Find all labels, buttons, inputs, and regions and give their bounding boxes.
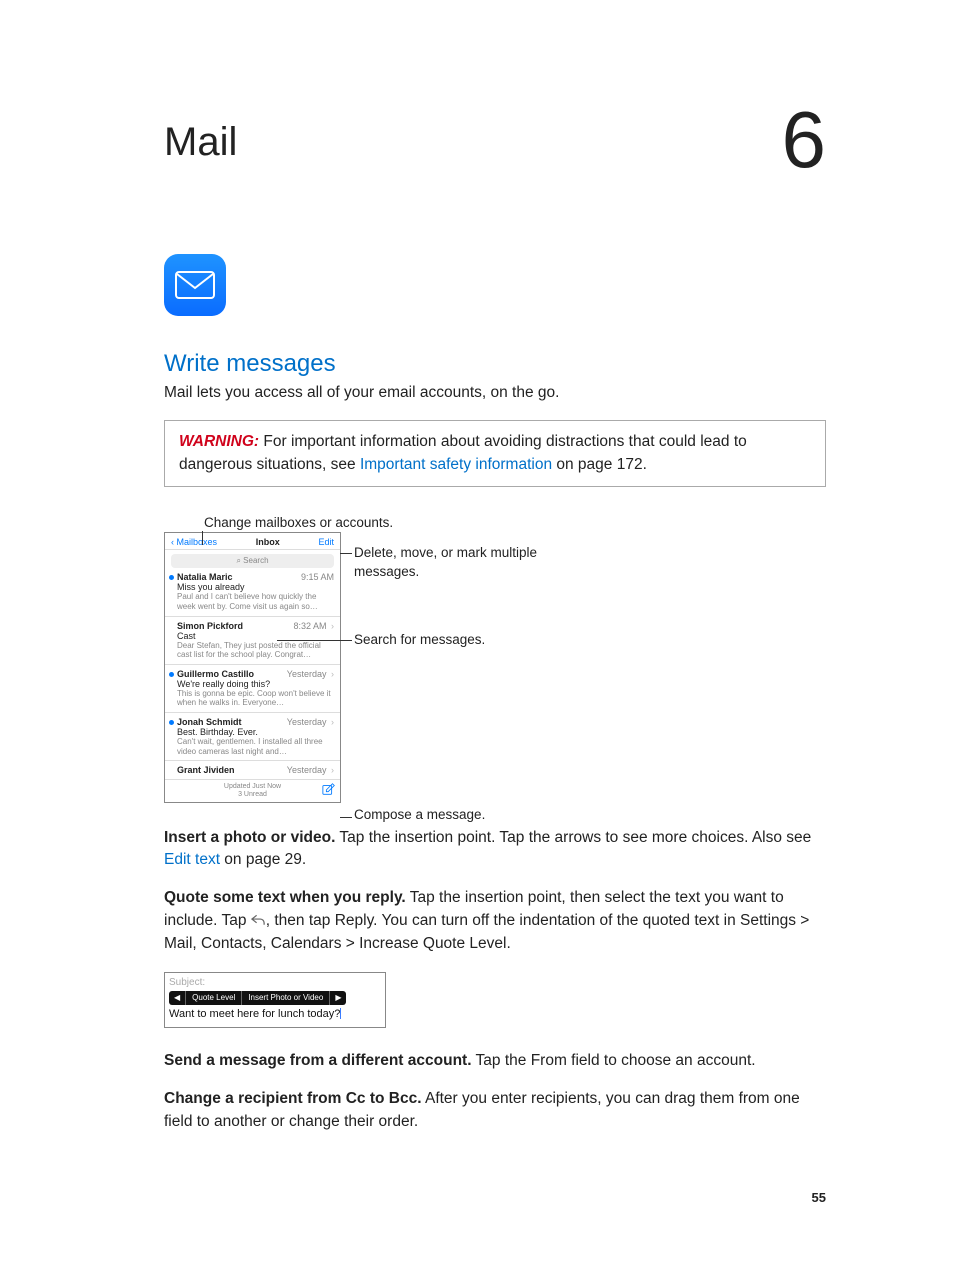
- warning-link[interactable]: Important safety information: [360, 456, 552, 473]
- message-list: Natalia Maric 9:15 AMMiss you alreadyPaul…: [165, 568, 340, 779]
- chevron-right-icon: ›: [331, 765, 334, 775]
- message-time: Yesterday ›: [287, 765, 334, 775]
- sender: Jonah Schmidt: [177, 717, 242, 727]
- warning-box: WARNING: For important information about…: [164, 420, 826, 487]
- tip-insert: Insert a photo or video. Tap the inserti…: [164, 827, 826, 872]
- message-time: 8:32 AM ›: [293, 621, 334, 631]
- unread-dot: [169, 720, 174, 725]
- edit-button[interactable]: Edit: [318, 537, 334, 547]
- tip-quote: Quote some text when you reply. Tap the …: [164, 887, 826, 955]
- compose-body-text: Want to meet here for lunch today?: [169, 1007, 381, 1021]
- unread-dot: [169, 575, 174, 580]
- callout-change-mailboxes: Change mailboxes or accounts.: [204, 515, 544, 530]
- footer-unread: 3 Unread: [224, 791, 281, 799]
- edit-text-link[interactable]: Edit text: [164, 851, 220, 868]
- message-subject: Miss you already: [177, 582, 334, 592]
- menu-left-arrow[interactable]: ◀: [169, 991, 186, 1005]
- chevron-right-icon: ›: [331, 717, 334, 727]
- message-time: 9:15 AM: [301, 572, 334, 582]
- inbox-header: ‹ Mailboxes Inbox Edit: [165, 533, 340, 550]
- unread-dot: [169, 672, 174, 677]
- page-number: 55: [812, 1190, 826, 1205]
- intro-text: Mail lets you access all of your email a…: [164, 382, 826, 404]
- search-field[interactable]: ⌕ Search: [171, 554, 334, 568]
- warning-text-after: on page 172.: [552, 456, 647, 473]
- chapter-title: Mail: [164, 120, 826, 164]
- footer-updated: Updated Just Now: [224, 783, 281, 791]
- sender: Guillermo Castillo: [177, 669, 254, 679]
- mail-app-icon: [164, 254, 226, 316]
- chevron-right-icon: ›: [331, 621, 334, 631]
- phone-frame: ‹ Mailboxes Inbox Edit ⌕ Search Natalia …: [164, 532, 341, 802]
- message-subject: We're really doing this?: [177, 679, 334, 689]
- inbox-figure: Change mailboxes or accounts. ‹ Mailboxe…: [164, 515, 544, 802]
- message-preview: Dear Stefan, They just posted the offici…: [177, 641, 334, 660]
- message-row[interactable]: Guillermo Castillo Yesterday ›We're reall…: [165, 664, 340, 712]
- sender: Simon Pickford: [177, 621, 243, 631]
- chapter-number: 6: [782, 100, 827, 180]
- message-subject: Best. Birthday. Ever.: [177, 727, 334, 737]
- message-preview: Can't wait, gentlemen. I installed all t…: [177, 737, 334, 756]
- sender: Natalia Maric: [177, 572, 233, 582]
- text-cursor: [340, 1008, 341, 1019]
- compose-icon: [322, 782, 336, 796]
- menu-insert-photo-video[interactable]: Insert Photo or Video: [242, 991, 330, 1005]
- sender: Grant Jividen: [177, 765, 235, 775]
- compose-button[interactable]: [322, 782, 336, 796]
- message-preview: Paul and I can't believe how quickly the…: [177, 592, 334, 611]
- menu-right-arrow[interactable]: ▶: [330, 991, 346, 1005]
- inbox-title: Inbox: [256, 537, 280, 547]
- search-placeholder: Search: [243, 556, 268, 565]
- tip-cc-bcc: Change a recipient from Cc to Bcc. After…: [164, 1088, 826, 1133]
- popover-menu: ◀ Quote Level Insert Photo or Video ▶: [169, 991, 346, 1005]
- chevron-right-icon: ›: [331, 669, 334, 679]
- message-preview: This is gonna be epic. Coop won't believ…: [177, 689, 334, 708]
- callout-compose: Compose a message.: [354, 806, 485, 824]
- menu-quote-level[interactable]: Quote Level: [186, 991, 242, 1005]
- message-time: Yesterday ›: [287, 669, 334, 679]
- message-row[interactable]: Grant Jividen Yesterday ›: [165, 760, 340, 779]
- message-subject: Cast: [177, 631, 334, 641]
- inbox-footer: Updated Just Now 3 Unread: [165, 779, 340, 801]
- tip-different-account: Send a message from a different account.…: [164, 1050, 826, 1072]
- message-row[interactable]: Natalia Maric 9:15 AMMiss you alreadyPaul…: [165, 568, 340, 615]
- message-time: Yesterday ›: [287, 717, 334, 727]
- reply-icon: [251, 911, 266, 933]
- callout-search: Search for messages.: [354, 631, 485, 649]
- callout-edit: Delete, move, or mark multiple messages.: [354, 544, 544, 580]
- section-heading: Write messages: [164, 350, 826, 378]
- back-button[interactable]: ‹ Mailboxes: [171, 537, 217, 547]
- subject-label: Subject:: [169, 976, 381, 989]
- message-row[interactable]: Jonah Schmidt Yesterday ›Best. Birthday. …: [165, 712, 340, 760]
- context-menu-figure: Subject: ◀ Quote Level Insert Photo or V…: [164, 972, 386, 1028]
- warning-label: WARNING:: [179, 433, 259, 450]
